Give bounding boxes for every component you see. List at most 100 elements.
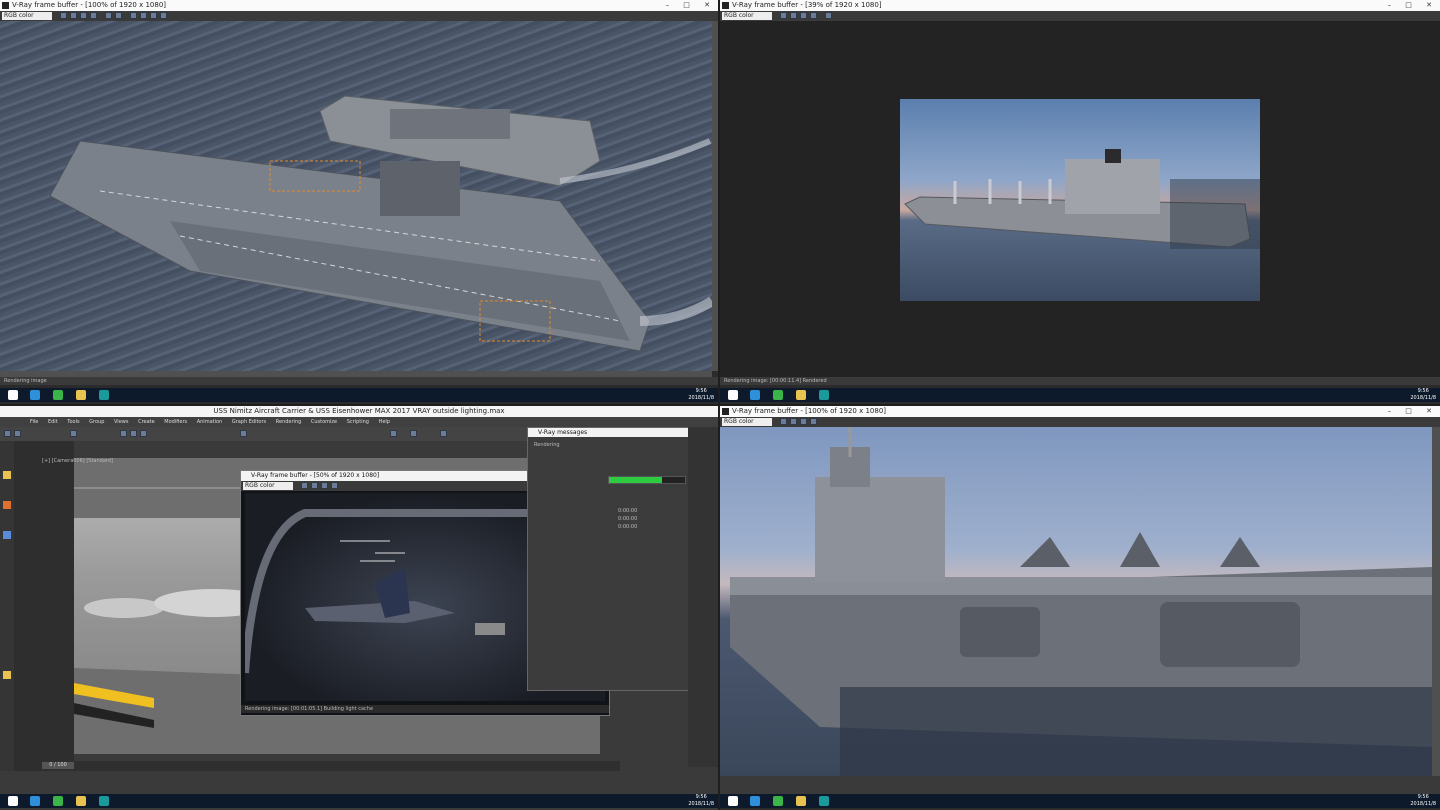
render-production-icon[interactable] — [440, 430, 447, 437]
start-icon[interactable] — [8, 390, 18, 400]
snap-icon[interactable] — [240, 430, 247, 437]
geometry-icon[interactable] — [3, 531, 11, 539]
start-icon[interactable] — [728, 390, 738, 400]
browser-icon[interactable] — [773, 796, 783, 806]
channel-select[interactable]: RGB color — [2, 12, 52, 20]
red-channel-icon[interactable] — [70, 12, 77, 19]
save-icon[interactable] — [780, 418, 787, 425]
channel-select[interactable]: RGB color — [722, 418, 772, 426]
region-icon[interactable] — [140, 12, 147, 19]
undo-icon[interactable] — [4, 430, 11, 437]
red-channel-icon[interactable] — [790, 418, 797, 425]
window-controls[interactable]: – □ ✕ — [666, 0, 716, 11]
help-icon[interactable] — [30, 796, 40, 806]
menu-scripting[interactable]: Scripting — [347, 419, 369, 425]
save-icon[interactable] — [301, 482, 308, 489]
start-icon[interactable] — [8, 796, 18, 806]
vertical-scrollbar[interactable] — [712, 21, 718, 371]
system-clock[interactable]: 9:56 2018/11/8 — [688, 794, 714, 808]
menu-customize[interactable]: Customize — [311, 419, 337, 425]
time-slider[interactable]: 0 / 100 — [42, 762, 74, 769]
stop-render-icon[interactable] — [150, 12, 157, 19]
redo-icon[interactable] — [14, 430, 21, 437]
menu-help[interactable]: Help — [379, 419, 390, 425]
help-icon[interactable] — [30, 390, 40, 400]
green-channel-icon[interactable] — [321, 482, 328, 489]
menu-edit[interactable]: Edit — [48, 419, 58, 425]
clock-time: 9:56 — [1417, 388, 1429, 394]
vfb-titlebar[interactable]: V-Ray frame buffer - [39% of 1920 x 1080… — [720, 0, 1440, 11]
status-area — [0, 772, 718, 794]
save-icon[interactable] — [60, 12, 67, 19]
menu-create[interactable]: Create — [138, 419, 155, 425]
menu-rendering[interactable]: Rendering — [276, 419, 302, 425]
clear-icon[interactable] — [130, 12, 137, 19]
start-icon[interactable] — [728, 796, 738, 806]
folder-icon[interactable] — [796, 796, 806, 806]
help-icon[interactable] — [750, 796, 760, 806]
render-setup-icon[interactable] — [410, 430, 417, 437]
browser-icon[interactable] — [53, 796, 63, 806]
menu-animation[interactable]: Animation — [197, 419, 223, 425]
green-channel-icon[interactable] — [80, 12, 87, 19]
blue-channel-icon[interactable] — [90, 12, 97, 19]
3dsmax-icon[interactable] — [99, 796, 109, 806]
scale-icon[interactable] — [140, 430, 147, 437]
clock-time: 9:56 — [695, 388, 707, 394]
folder-icon[interactable] — [796, 390, 806, 400]
window-controls[interactable]: – □ ✕ — [1388, 0, 1438, 11]
app-titlebar[interactable]: USS Nimitz Aircraft Carrier & USS Eisenh… — [0, 406, 718, 417]
3dsmax-icon[interactable] — [99, 390, 109, 400]
folder-icon[interactable] — [76, 390, 86, 400]
menu-tools[interactable]: Tools — [67, 419, 79, 425]
help-icon[interactable] — [750, 390, 760, 400]
menu-views[interactable]: Views — [114, 419, 128, 425]
menu-modifiers[interactable]: Modifiers — [164, 419, 187, 425]
blue-channel-icon[interactable] — [331, 482, 338, 489]
alpha-icon[interactable] — [105, 12, 112, 19]
vfb-titlebar[interactable]: V-Ray frame buffer - [100% of 1920 x 108… — [720, 406, 1440, 417]
red-channel-icon[interactable] — [311, 482, 318, 489]
helper-icon[interactable] — [3, 671, 11, 679]
blue-channel-icon[interactable] — [810, 12, 817, 19]
red-channel-icon[interactable] — [790, 12, 797, 19]
green-channel-icon[interactable] — [800, 418, 807, 425]
progress-tab[interactable]: Rendering — [534, 442, 560, 448]
vfb-toolbar: RGB color — [720, 417, 1440, 427]
3dsmax-icon[interactable] — [819, 796, 829, 806]
system-clock[interactable]: 9:56 2018/11/8 — [688, 388, 714, 402]
green-channel-icon[interactable] — [800, 12, 807, 19]
browser-icon[interactable] — [53, 390, 63, 400]
system-clock[interactable]: 9:56 2018/11/8 — [1410, 388, 1436, 402]
folder-icon[interactable] — [76, 796, 86, 806]
timeline[interactable]: 0 / 100 — [40, 761, 620, 771]
render-icon[interactable] — [825, 12, 832, 19]
move-icon[interactable] — [120, 430, 127, 437]
menu-group[interactable]: Group — [89, 419, 104, 425]
channel-select[interactable]: RGB color — [722, 12, 772, 20]
camera-icon[interactable] — [3, 501, 11, 509]
menu-file[interactable]: File — [30, 419, 38, 425]
blue-channel-icon[interactable] — [810, 418, 817, 425]
vfb-titlebar[interactable]: V-Ray frame buffer - [100% of 1920 x 108… — [0, 0, 718, 11]
select-icon[interactable] — [70, 430, 77, 437]
browser-icon[interactable] — [773, 390, 783, 400]
progress-titlebar[interactable]: V-Ray messages — [528, 428, 688, 437]
command-panel[interactable] — [688, 427, 718, 767]
viewport-label[interactable]: [+] [Camera006] [Standard] — [42, 458, 113, 464]
menu-graph-editors[interactable]: Graph Editors — [232, 419, 266, 425]
render-icon[interactable] — [160, 12, 167, 19]
material-editor-icon[interactable] — [390, 430, 397, 437]
render-supply-ship — [900, 99, 1260, 301]
save-icon[interactable] — [780, 12, 787, 19]
progress-value-2: 0:00:00 — [618, 516, 638, 522]
light-icon[interactable] — [3, 471, 11, 479]
window-controls[interactable]: – □ ✕ — [1388, 406, 1438, 417]
mono-icon[interactable] — [115, 12, 122, 19]
rotate-icon[interactable] — [130, 430, 137, 437]
vertical-scrollbar[interactable] — [1432, 427, 1440, 776]
3dsmax-icon[interactable] — [819, 390, 829, 400]
channel-select[interactable]: RGB color — [243, 482, 293, 490]
scene-explorer[interactable] — [14, 441, 74, 771]
system-clock[interactable]: 9:56 2018/11/8 — [1410, 794, 1436, 808]
